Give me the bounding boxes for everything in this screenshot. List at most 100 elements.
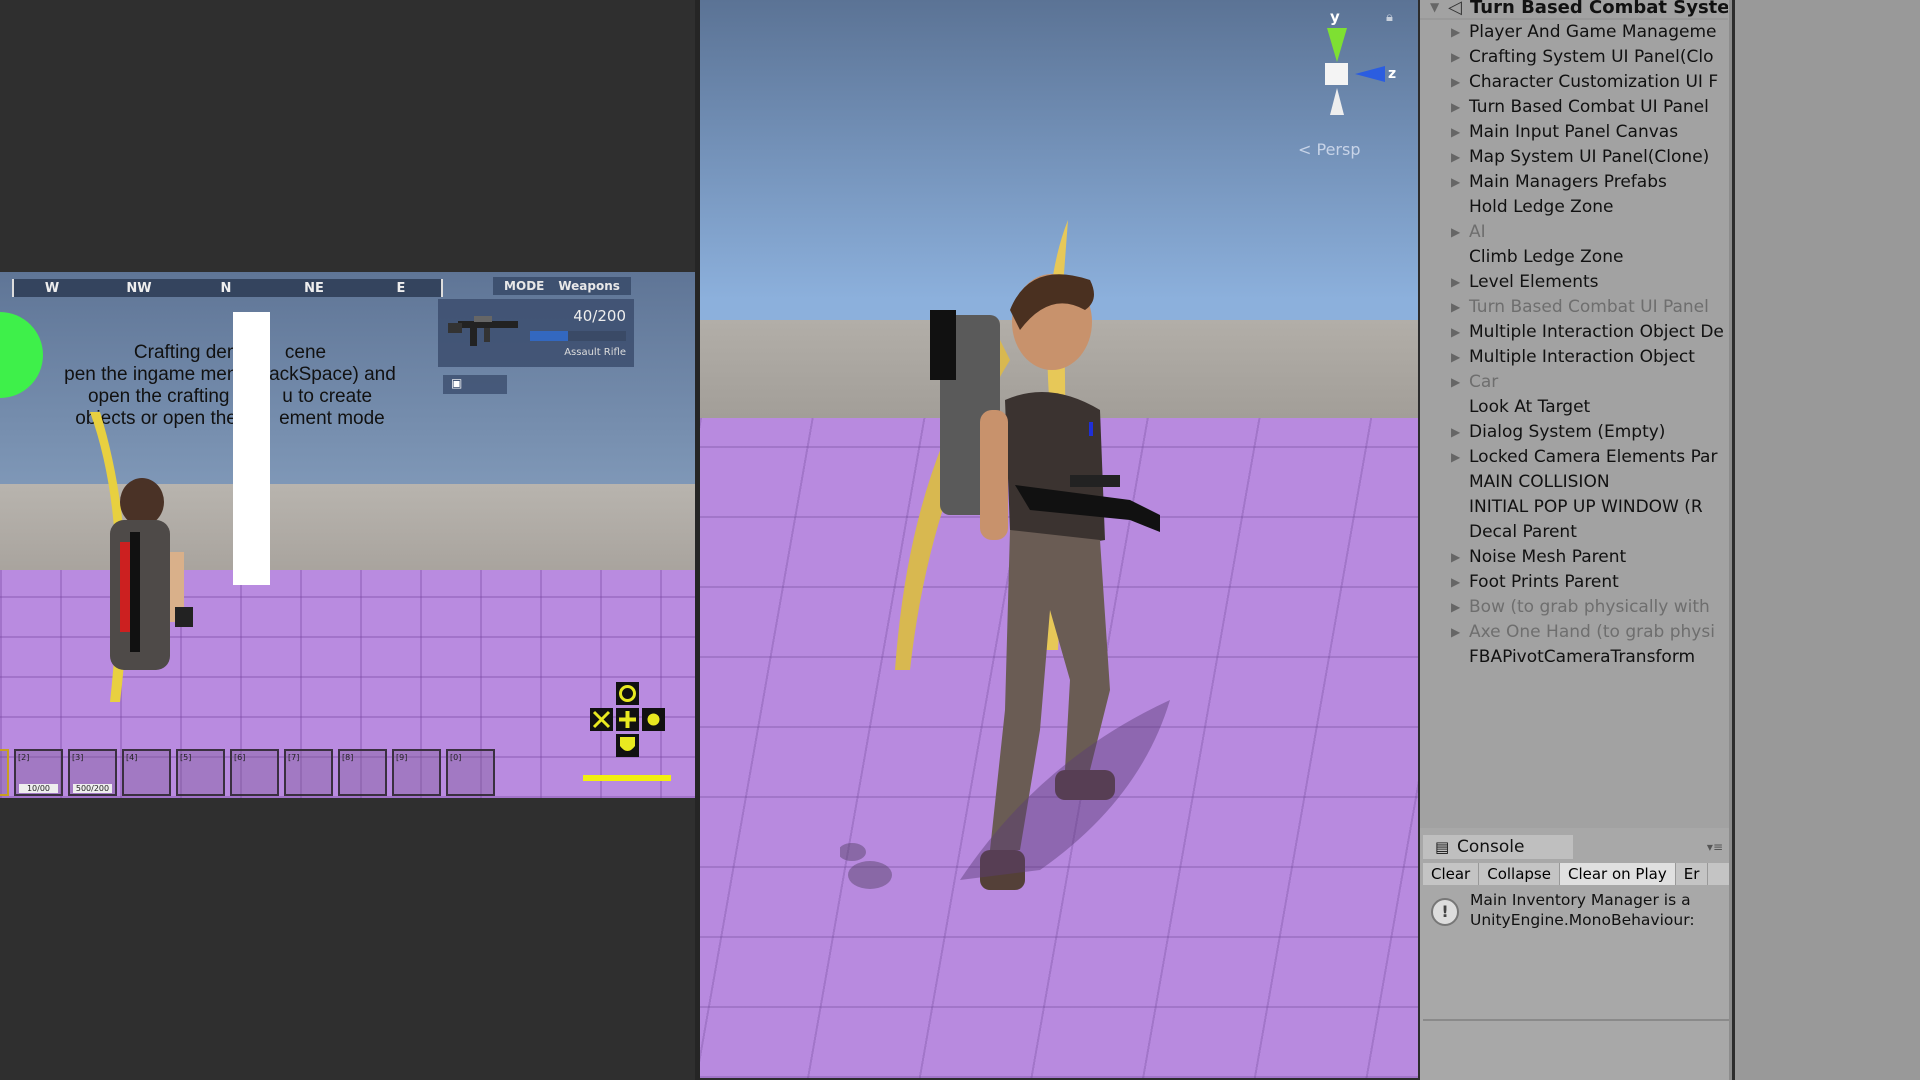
hierarchy-item[interactable]: Decal Parent (1420, 520, 1728, 545)
hotbar-slot[interactable]: [8] (338, 749, 387, 796)
ammo-count: 40/200 (573, 307, 626, 325)
hierarchy-item-label: Dialog System (Empty) (1469, 422, 1666, 442)
slot-count: 10/00 (19, 784, 58, 793)
hierarchy-item[interactable]: ▶ Main Managers Prefabs (1420, 170, 1728, 195)
hierarchy-item[interactable]: ▶ AI (1420, 220, 1728, 245)
hierarchy-item-label: Map System UI Panel(Clone) (1469, 147, 1710, 167)
hierarchy-root[interactable]: ▼ ◁ Turn Based Combat Syste (1420, 0, 1728, 20)
hierarchy-item-label: Look At Target (1469, 397, 1591, 417)
panel-menu-icon[interactable]: ▾≡ (1707, 840, 1723, 854)
expand-arrow-icon[interactable]: ▶ (1451, 620, 1460, 645)
hierarchy-item[interactable]: ▶ Locked Camera Elements Par (1420, 445, 1728, 470)
clear-button[interactable]: Clear (1423, 863, 1480, 885)
clear-on-play-button[interactable]: Clear on Play (1559, 863, 1676, 885)
hierarchy-item[interactable]: ▶ Foot Prints Parent (1420, 570, 1728, 595)
expand-arrow-icon[interactable]: ▶ (1451, 320, 1460, 345)
hierarchy-item[interactable]: ▶ Turn Based Combat UI Panel (1420, 295, 1728, 320)
hierarchy-item[interactable]: ▶ Axe One Hand (to grab physi (1420, 620, 1728, 645)
hierarchy-item[interactable]: ▶ Character Customization UI F (1420, 70, 1728, 95)
expand-arrow-icon[interactable]: ▶ (1451, 345, 1460, 370)
mode-value: Weapons (558, 279, 620, 293)
assault-rifle-icon (448, 316, 518, 346)
hierarchy-item[interactable]: ▶ Level Elements (1420, 270, 1728, 295)
hierarchy-item-label: Bow (to grab physically with (1469, 597, 1710, 617)
hierarchy-item[interactable]: ▶ Map System UI Panel(Clone) (1420, 145, 1728, 170)
hierarchy-item[interactable]: Hold Ledge Zone (1420, 195, 1728, 220)
expand-arrow-icon[interactable]: ▶ (1451, 220, 1460, 245)
console-message[interactable]: Main Inventory Manager is a UnityEngine.… (1470, 890, 1725, 930)
compass-bar: W NW N NE E (12, 279, 443, 297)
hierarchy-item[interactable]: ▶ Crafting System UI Panel(Clo (1420, 45, 1728, 70)
projection-toggle[interactable]: < Persp (1298, 140, 1361, 159)
expand-arrow-icon[interactable]: ▶ (1451, 120, 1460, 145)
action-dpad (590, 682, 665, 757)
hierarchy-item[interactable]: Climb Ledge Zone (1420, 245, 1728, 270)
hierarchy-item-label: Character Customization UI F (1469, 72, 1719, 92)
hotbar-slot[interactable] (0, 749, 9, 796)
expand-arrow-icon[interactable]: ▶ (1451, 45, 1460, 70)
expand-arrow-icon[interactable]: ▶ (1451, 95, 1460, 120)
hotbar-slot[interactable]: [4] (122, 749, 171, 796)
ammo-bar (530, 331, 626, 341)
slot-key-label: [4] (126, 753, 138, 762)
hierarchy-item[interactable]: Look At Target (1420, 395, 1728, 420)
expand-arrow-icon[interactable]: ▶ (1451, 20, 1460, 45)
slot-key-label: [2] (18, 753, 30, 762)
crafting-text-line: pen the ingame men ackSpace) and (64, 364, 396, 385)
console-tab[interactable]: ▤ Console (1423, 835, 1573, 859)
hierarchy-root-label: Turn Based Combat Syste (1470, 0, 1728, 18)
hierarchy-item-label: AI (1469, 222, 1486, 242)
expand-arrow-icon[interactable]: ▶ (1451, 595, 1460, 620)
hierarchy-item[interactable]: ▶ Player And Game Manageme (1420, 20, 1728, 45)
expand-arrow-icon[interactable]: ▶ (1451, 545, 1460, 570)
hierarchy-item[interactable]: ▶ Multiple Interaction Object De (1420, 320, 1728, 345)
expand-arrow-icon[interactable]: ▶ (1451, 570, 1460, 595)
hierarchy-item[interactable]: ▶ Noise Mesh Parent (1420, 545, 1728, 570)
hierarchy-item[interactable]: ▶ Car (1420, 370, 1728, 395)
hierarchy-item-label: Car (1469, 372, 1499, 392)
projection-label: Persp (1316, 140, 1361, 159)
hierarchy-item[interactable]: ▶ Main Input Panel Canvas (1420, 120, 1728, 145)
mode-indicator: MODE Weapons (493, 277, 631, 295)
hotbar-slot[interactable]: [5] (176, 749, 225, 796)
hierarchy-item[interactable]: ▶ Multiple Interaction Object (1420, 345, 1728, 370)
crafting-text-line: Crafting dem cene (133, 342, 327, 363)
lock-icon[interactable]: 🔒︎ (1386, 10, 1393, 25)
error-pause-button[interactable]: Er (1676, 863, 1709, 885)
hierarchy-item[interactable]: ▶ Dialog System (Empty) (1420, 420, 1728, 445)
console-message-line: UnityEngine.MonoBehaviour: (1470, 911, 1695, 929)
hierarchy-item[interactable]: ▶ Bow (to grab physically with (1420, 595, 1728, 620)
weapon-panel: 40/200 Assault Rifle (438, 299, 634, 367)
hierarchy-item[interactable]: MAIN COLLISION (1420, 470, 1728, 495)
expand-arrow-icon[interactable]: ▶ (1451, 270, 1460, 295)
expand-arrow-icon[interactable]: ▶ (1451, 420, 1460, 445)
expand-arrow-icon[interactable]: ▶ (1451, 295, 1460, 320)
expand-arrow-icon[interactable]: ▶ (1451, 445, 1460, 470)
hotbar-slot[interactable]: [6] (230, 749, 279, 796)
hotbar-slot[interactable]: [9] (392, 749, 441, 796)
hierarchy-item[interactable]: INITIAL POP UP WINDOW (R (1420, 495, 1728, 520)
hierarchy-item[interactable]: ▶ Turn Based Combat UI Panel (1420, 95, 1728, 120)
hotbar-slot[interactable]: [7] (284, 749, 333, 796)
expand-arrow-icon[interactable]: ▶ (1451, 145, 1460, 170)
ammo-bar-fill (530, 331, 569, 341)
collapse-button[interactable]: Collapse (1479, 863, 1560, 885)
gizmo-z-label: z (1388, 66, 1396, 82)
hotbar-slot[interactable]: [2] 10/00 (14, 749, 63, 796)
hierarchy-item[interactable]: FBAPivotCameraTransform (1420, 645, 1728, 670)
expand-arrow-icon[interactable]: ▼ (1430, 0, 1439, 18)
expand-arrow-icon[interactable]: ▶ (1451, 70, 1460, 95)
hotbar-slot[interactable]: [0] (446, 749, 495, 796)
scene-view[interactable]: y z 🔒︎ < Persp (700, 0, 1418, 1078)
compass-east: E (396, 281, 406, 296)
slot-count: 500/200 (73, 784, 112, 793)
persp-arrow-icon: < (1298, 140, 1312, 159)
slot-key-label: [3] (72, 753, 84, 762)
hierarchy-item-label: Hold Ledge Zone (1469, 197, 1614, 217)
expand-arrow-icon[interactable]: ▶ (1451, 370, 1460, 395)
console-divider[interactable] (1423, 1019, 1729, 1021)
game-viewport[interactable]: Crafting dem cene pen the ingame men ack… (0, 272, 695, 798)
hotbar-slot[interactable]: [3] 500/200 (68, 749, 117, 796)
expand-arrow-icon[interactable]: ▶ (1451, 170, 1460, 195)
console-tab-label: Console (1457, 837, 1525, 857)
